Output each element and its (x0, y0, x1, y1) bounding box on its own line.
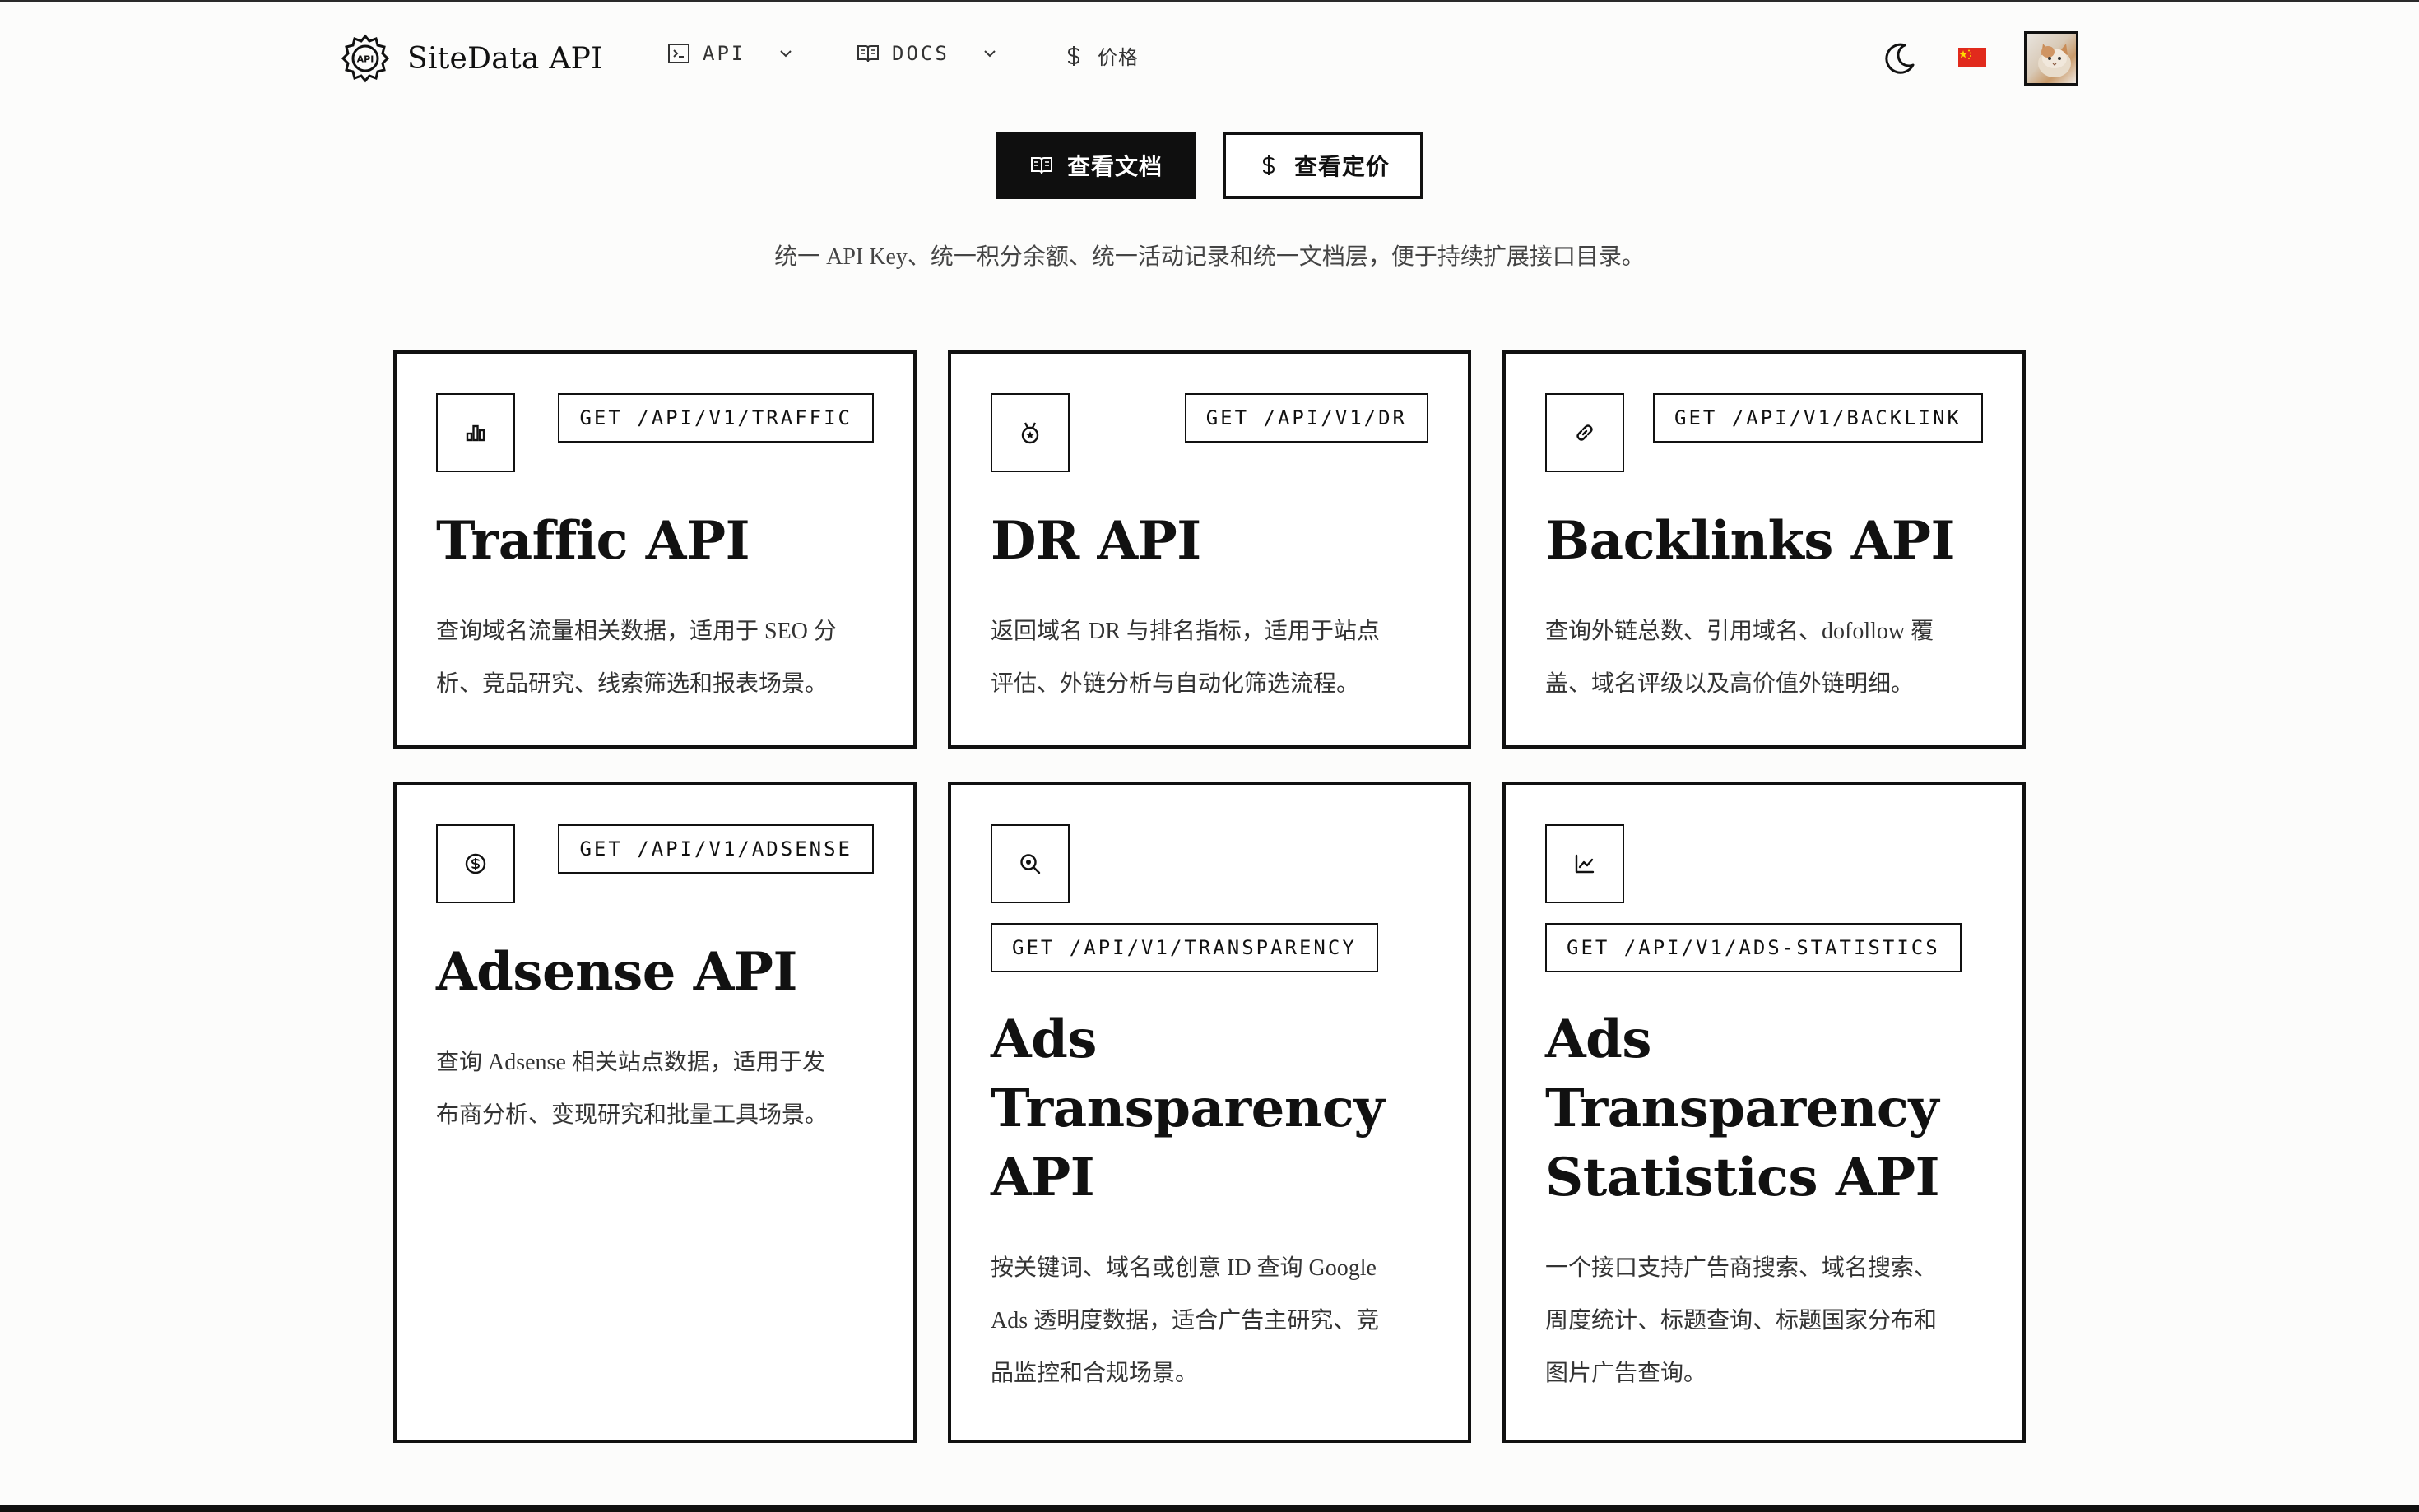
card-title: Ads Transparency API (991, 1005, 1385, 1213)
card-title-line: Ads (1545, 1009, 1651, 1070)
nav-pricing[interactable]: 价格 (1061, 41, 1139, 70)
brand-logo[interactable]: API SiteData API (340, 33, 603, 84)
card-title: Adsense API (436, 941, 797, 1003)
api-card-ads-statistics[interactable]: GET /API/V1/ADS-STATISTICS Ads Transpare… (1502, 782, 2026, 1443)
bottom-border (0, 1505, 2419, 1512)
api-card-adsense[interactable]: GET /API/V1/ADSENSE Adsense API 查询 Adsen… (393, 782, 917, 1443)
card-title-line: Transparency (991, 1078, 1385, 1139)
card-icon-box (991, 393, 1070, 472)
user-avatar[interactable] (2024, 31, 2078, 86)
medal-icon (1021, 422, 1039, 444)
card-description-line: 图片广告查询。 (1545, 1361, 1707, 1386)
card-title-line: Statistics API (1545, 1147, 1940, 1208)
endpoint-badge: GET /API/V1/ADSENSE (558, 824, 874, 874)
api-card-traffic[interactable]: GET /API/V1/TRAFFIC Traffic API 查询域名流量相关… (393, 350, 917, 749)
card-description-line: Ads 透明度数据，适合广告主研究、竞 (991, 1308, 1380, 1333)
moon-icon (1885, 43, 1915, 74)
card-description-line: 返回域名 DR 与排名指标，适用于站点 (991, 619, 1380, 644)
book-icon (857, 45, 879, 63)
chevron-down-icon (780, 50, 792, 58)
card-description-line: 布商分析、变现研究和批量工具场景。 (436, 1102, 829, 1128)
nav-api-label: API (703, 42, 746, 65)
card-title: DR API (991, 510, 1201, 572)
card-icon-box (436, 393, 515, 472)
card-description-line: 评估、外链分析与自动化筛选流程。 (991, 671, 1360, 697)
avatar-cat-image (2038, 44, 2071, 77)
card-title: Backlinks API (1545, 510, 1955, 572)
nav-api[interactable]: API (666, 41, 795, 66)
theme-toggle-button[interactable] (1878, 36, 1922, 81)
view-pricing-label: 查看定价 (1293, 153, 1390, 180)
view-docs-button[interactable]: 查看文档 (996, 132, 1196, 199)
card-description-line: 查询外链总数、引用域名、dofollow 覆 (1545, 619, 1934, 644)
endpoint-badge: GET /API/V1/DR (1184, 393, 1428, 443)
card-description-line: 析、竞品研究、线索筛选和报表场景。 (436, 671, 829, 697)
card-description: 一个接口支持广告商搜索、域名搜索、 周度统计、标题查询、标题国家分布和 图片广告… (1545, 1242, 1937, 1400)
nav-pricing-label: 价格 (1098, 46, 1139, 69)
dollar-icon (1067, 45, 1080, 66)
nav-docs[interactable]: DOCS (856, 41, 999, 66)
api-gear-logo-icon: API (341, 34, 390, 83)
card-description-line: 按关键词、域名或创意 ID 查询 Google (991, 1255, 1377, 1281)
chevron-down-icon (984, 50, 996, 58)
card-description-line: 一个接口支持广告商搜索、域名搜索、 (1545, 1255, 1938, 1281)
site-header: API SiteData API API DOCS 价格 (0, 0, 2419, 117)
bar-chart-icon (466, 424, 485, 442)
svg-text:API: API (357, 54, 374, 65)
endpoint-badge: GET /API/V1/ADS-STATISTICS (1545, 923, 1962, 972)
card-description: 查询外链总数、引用域名、dofollow 覆 盖、域名评级以及高价值外链明细。 (1545, 605, 1934, 711)
card-description-line: 查询 Adsense 相关站点数据，适用于发 (436, 1050, 825, 1075)
view-docs-label: 查看文档 (1066, 153, 1163, 180)
search-zoom-icon (1020, 854, 1041, 874)
line-chart-icon (1575, 854, 1595, 874)
card-description-line: 盖、域名评级以及高价值外链明细。 (1545, 671, 1915, 697)
endpoint-badge: GET /API/V1/TRANSPARENCY (991, 923, 1378, 972)
nav-docs-label: DOCS (892, 42, 949, 65)
brand-name: SiteData API (407, 41, 603, 76)
api-card-ads-transparency[interactable]: GET /API/V1/TRANSPARENCY Ads Transparenc… (948, 782, 1471, 1443)
card-icon-box (436, 824, 515, 903)
api-card-dr[interactable]: GET /API/V1/DR DR API 返回域名 DR 与排名指标，适用于站… (948, 350, 1471, 749)
cn-flag-icon[interactable] (1958, 48, 1986, 67)
card-title: Ads Transparency Statistics API (1545, 1005, 1940, 1213)
endpoint-badge: GET /API/V1/TRAFFIC (558, 393, 874, 443)
card-title: Traffic API (436, 510, 750, 572)
card-icon-box (1545, 824, 1624, 903)
card-description: 返回域名 DR 与排名指标，适用于站点 评估、外链分析与自动化筛选流程。 (991, 605, 1380, 711)
card-description: 按关键词、域名或创意 ID 查询 Google Ads 透明度数据，适合广告主研… (991, 1242, 1379, 1400)
card-description: 查询域名流量相关数据，适用于 SEO 分 析、竞品研究、线索筛选和报表场景。 (436, 605, 837, 711)
endpoint-badge: GET /API/V1/BACKLINK (1653, 393, 1983, 443)
hero-subtitle: 统一 API Key、统一积分余额、统一活动记录和统一文档层，便于持续扩展接口目… (774, 244, 1645, 270)
card-description-line: 周度统计、标题查询、标题国家分布和 (1545, 1308, 1938, 1333)
dollar-icon (1262, 155, 1275, 175)
card-icon-box (1545, 393, 1624, 472)
api-card-backlinks[interactable]: GET /API/V1/BACKLINK Backlinks API 查询外链总… (1502, 350, 2026, 749)
card-description-line: 品监控和合规场景。 (991, 1361, 1199, 1386)
card-title-line: Ads (991, 1009, 1097, 1070)
card-description: 查询 Adsense 相关站点数据，适用于发 布商分析、变现研究和批量工具场景。 (436, 1037, 828, 1142)
book-icon (1030, 157, 1052, 174)
card-description-line: 查询域名流量相关数据，适用于 SEO 分 (436, 619, 837, 644)
card-icon-box (991, 824, 1070, 903)
terminal-icon (668, 44, 689, 63)
dollar-circle-icon (465, 853, 486, 874)
card-title-line: Transparency (1545, 1078, 1939, 1139)
link-icon (1576, 424, 1593, 441)
view-pricing-button[interactable]: 查看定价 (1223, 132, 1423, 199)
card-title-line: API (991, 1147, 1095, 1208)
